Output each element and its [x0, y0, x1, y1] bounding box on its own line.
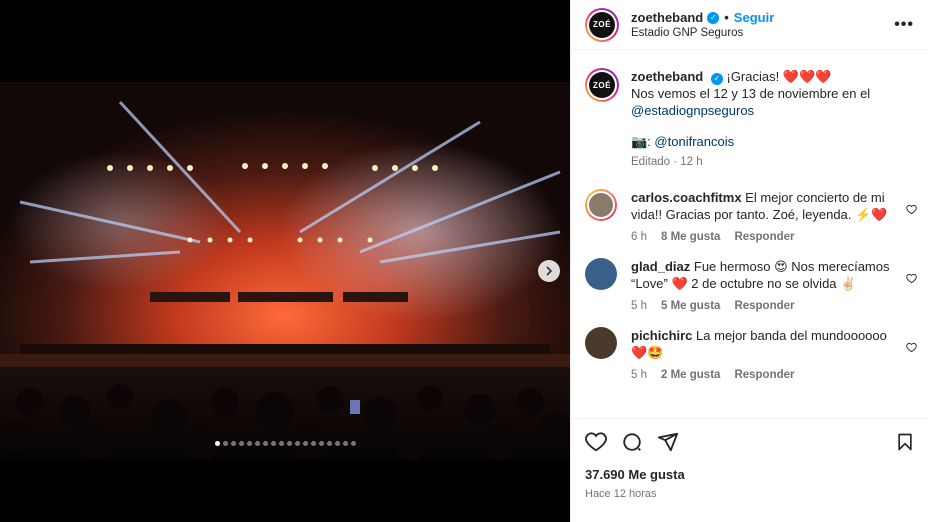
carousel-dot — [342, 441, 348, 446]
avatar[interactable]: ZOÉ — [585, 68, 619, 102]
carousel-dot — [294, 441, 300, 446]
carousel-dot — [334, 441, 340, 446]
carousel-dot — [222, 441, 228, 446]
avatar[interactable] — [585, 327, 617, 359]
instagram-post-modal: ZOÉ zoetheband ✓ • Seguir Estadio GNP Se… — [0, 0, 928, 522]
like-heart-icon[interactable] — [585, 431, 607, 453]
media-viewer — [0, 0, 570, 522]
comment-likes[interactable]: 2 Me gusta — [661, 367, 720, 384]
comment: carlos.coachfitmx El mejor concierto de … — [571, 181, 928, 250]
location-link[interactable]: Estadio GNP Seguros — [631, 27, 894, 39]
comment: glad_diaz Fue hermoso 😍 Nos merecíamos “… — [571, 250, 928, 319]
avatar[interactable]: ZOÉ — [585, 7, 619, 42]
username-link[interactable]: zoetheband — [631, 10, 703, 25]
mention-link[interactable]: @estadiognpseguros — [631, 102, 895, 119]
reply-button[interactable]: Responder — [734, 367, 794, 384]
edited-timestamp: Editado · 12 h — [631, 156, 703, 168]
camera-icon: 📷: — [631, 134, 655, 149]
carousel-next-button[interactable] — [538, 260, 560, 282]
caption-username[interactable]: zoetheband — [631, 69, 703, 84]
heart-icon[interactable] — [906, 272, 917, 287]
chevron-right-icon — [546, 266, 553, 276]
carousel-dot — [318, 441, 324, 446]
post-details-panel: ZOÉ zoetheband ✓ • Seguir Estadio GNP Se… — [570, 0, 928, 522]
separator: • — [724, 10, 729, 25]
post-header: ZOÉ zoetheband ✓ • Seguir Estadio GNP Se… — [571, 0, 928, 50]
comment-username[interactable]: pichichirc — [631, 328, 692, 343]
comment-likes[interactable]: 5 Me gusta — [661, 298, 720, 315]
post-timestamp: Hace 12 horas — [585, 488, 657, 500]
comment-likes[interactable]: 8 Me gusta — [661, 229, 720, 246]
avatar[interactable] — [585, 258, 617, 290]
caption-line: Nos vemos el 12 y 13 de noviembre en el — [631, 86, 871, 101]
carousel-dot — [350, 441, 356, 446]
carousel-dot — [310, 441, 316, 446]
caption: ZOÉ zoetheband ✓ ¡Gracias! ❤️❤️❤️ Nos ve… — [571, 58, 928, 175]
carousel-dot — [230, 441, 236, 446]
post-actions: 37.690 Me gusta Hace 12 horas — [571, 418, 928, 510]
comment-time: 6 h — [631, 231, 647, 243]
avatar[interactable] — [585, 189, 617, 221]
carousel-indicator — [0, 441, 570, 446]
verified-badge-icon: ✓ — [710, 72, 723, 85]
carousel-dot — [326, 441, 332, 446]
carousel-dot — [214, 441, 220, 446]
comment: pichichirc La mejor banda del mundoooooo… — [571, 319, 928, 388]
carousel-dot — [302, 441, 308, 446]
carousel-dot — [262, 441, 268, 446]
comment-time: 5 h — [631, 300, 647, 312]
verified-badge-icon: ✓ — [707, 11, 720, 24]
carousel-dot — [278, 441, 284, 446]
share-icon[interactable] — [657, 431, 679, 453]
comment-username[interactable]: glad_diaz — [631, 259, 690, 274]
comment-icon[interactable] — [621, 431, 643, 453]
reply-button[interactable]: Responder — [734, 298, 794, 315]
likes-count[interactable]: 37.690 Me gusta — [585, 467, 915, 482]
more-horizontal-icon[interactable]: ••• — [894, 16, 914, 34]
follow-button[interactable]: Seguir — [734, 10, 774, 25]
reply-button[interactable]: Responder — [734, 229, 794, 246]
carousel-dot — [286, 441, 292, 446]
carousel-dot — [254, 441, 260, 446]
comment-username[interactable]: carlos.coachfitmx — [631, 190, 742, 205]
mention-link[interactable]: @tonifrancois — [654, 134, 734, 149]
comment-time: 5 h — [631, 369, 647, 381]
concert-photo — [0, 82, 570, 460]
comments-list: ZOÉ zoetheband ✓ ¡Gracias! ❤️❤️❤️ Nos ve… — [571, 58, 928, 418]
carousel-dot — [246, 441, 252, 446]
carousel-dot — [238, 441, 244, 446]
bookmark-icon[interactable] — [895, 432, 915, 452]
heart-icon[interactable] — [906, 203, 917, 218]
heart-icon[interactable] — [906, 341, 917, 356]
caption-line: ¡Gracias! ❤️❤️❤️ — [726, 69, 832, 84]
carousel-dot — [270, 441, 276, 446]
